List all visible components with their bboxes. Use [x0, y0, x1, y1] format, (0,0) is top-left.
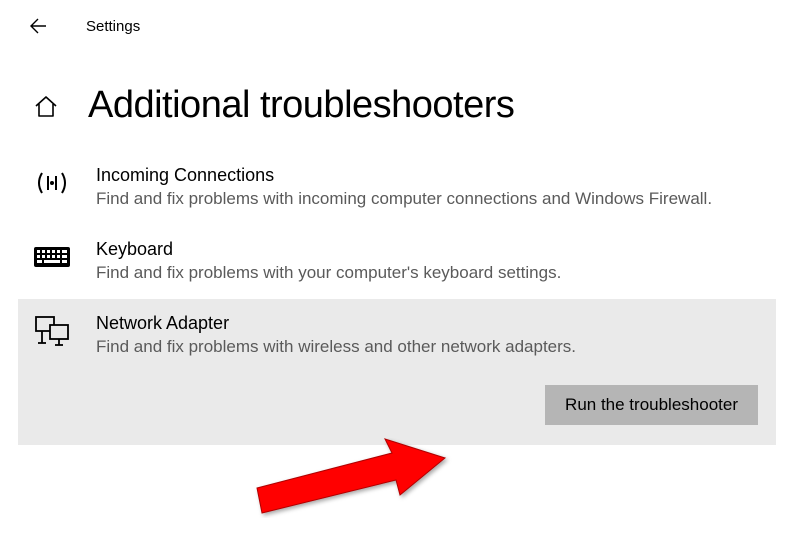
- troubleshooter-text: Incoming Connections Find and fix proble…: [96, 165, 762, 211]
- network-adapter-icon: [32, 315, 72, 347]
- run-troubleshooter-button[interactable]: Run the troubleshooter: [545, 385, 758, 425]
- wireless-icon: [32, 167, 72, 199]
- page-title: Additional troubleshooters: [88, 84, 514, 127]
- troubleshooter-desc: Find and fix problems with wireless and …: [96, 336, 762, 359]
- troubleshooter-item-network-adapter[interactable]: Network Adapter Find and fix problems wi…: [18, 299, 776, 445]
- page-title-row: Additional troubleshooters: [0, 52, 794, 151]
- run-button-row: Run the troubleshooter: [96, 385, 762, 425]
- troubleshooter-text: Keyboard Find and fix problems with your…: [96, 239, 762, 285]
- troubleshooter-item-keyboard[interactable]: Keyboard Find and fix problems with your…: [18, 225, 776, 299]
- troubleshooter-list: Incoming Connections Find and fix proble…: [0, 151, 794, 445]
- troubleshooter-title: Incoming Connections: [96, 165, 762, 186]
- arrow-annotation-icon: [252, 438, 452, 523]
- header-title: Settings: [86, 18, 140, 35]
- troubleshooter-title: Keyboard: [96, 239, 762, 260]
- troubleshooter-item-incoming-connections[interactable]: Incoming Connections Find and fix proble…: [18, 151, 776, 225]
- troubleshooter-title: Network Adapter: [96, 313, 762, 334]
- troubleshooter-text: Network Adapter Find and fix problems wi…: [96, 313, 762, 425]
- header: Settings: [0, 0, 794, 52]
- troubleshooter-desc: Find and fix problems with your computer…: [96, 262, 762, 285]
- troubleshooter-desc: Find and fix problems with incoming comp…: [96, 188, 762, 211]
- back-icon[interactable]: [28, 16, 48, 36]
- keyboard-icon: [32, 241, 72, 273]
- home-icon[interactable]: [32, 92, 60, 120]
